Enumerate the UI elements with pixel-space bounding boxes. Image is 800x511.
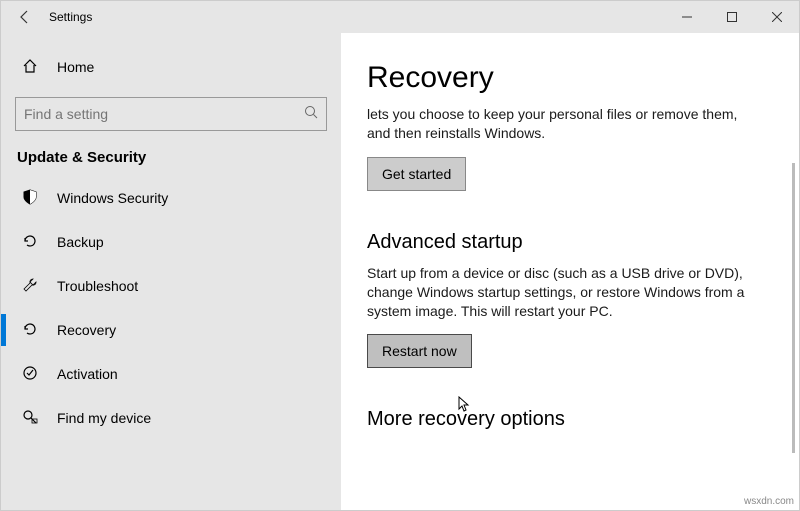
sidebar-item-label: Find my device <box>57 410 151 426</box>
home-icon <box>21 58 39 77</box>
sidebar-item-recovery[interactable]: Recovery <box>1 308 341 352</box>
sidebar-item-label: Windows Security <box>57 190 168 206</box>
sidebar-item-windows-security[interactable]: Windows Security <box>1 176 341 220</box>
get-started-button[interactable]: Get started <box>367 157 466 191</box>
titlebar: Settings <box>1 1 799 33</box>
watermark: wsxdn.com <box>744 496 794 507</box>
backup-icon <box>21 233 39 252</box>
scrollbar[interactable] <box>792 163 795 453</box>
maximize-button[interactable] <box>709 1 754 33</box>
wrench-icon <box>21 277 39 296</box>
find-device-icon <box>21 409 39 428</box>
home-label: Home <box>57 59 94 75</box>
restart-now-button[interactable]: Restart now <box>367 334 472 368</box>
reset-description: lets you choose to keep your personal fi… <box>367 105 747 143</box>
minimize-icon <box>682 12 692 22</box>
sidebar-item-troubleshoot[interactable]: Troubleshoot <box>1 264 341 308</box>
sidebar-item-label: Recovery <box>57 322 116 338</box>
sidebar-item-find-my-device[interactable]: Find my device <box>1 396 341 440</box>
advanced-startup-description: Start up from a device or disc (such as … <box>367 264 767 321</box>
main-panel: Recovery lets you choose to keep your pe… <box>341 33 799 510</box>
page-title: Recovery <box>367 61 773 95</box>
sidebar-item-activation[interactable]: Activation <box>1 352 341 396</box>
maximize-icon <box>727 12 737 22</box>
shield-icon <box>21 189 39 208</box>
advanced-startup-heading: Advanced startup <box>367 231 773 254</box>
sidebar: Home Update & Security Windows Security <box>1 33 341 510</box>
recovery-icon <box>21 321 39 340</box>
close-button[interactable] <box>754 1 799 33</box>
back-button[interactable] <box>1 9 49 25</box>
home-nav[interactable]: Home <box>1 45 341 89</box>
search-icon <box>304 105 318 124</box>
search-box[interactable] <box>15 97 327 131</box>
more-recovery-heading: More recovery options <box>367 408 773 431</box>
sidebar-item-label: Troubleshoot <box>57 278 138 294</box>
sidebar-item-label: Backup <box>57 234 104 250</box>
search-input[interactable] <box>24 106 304 122</box>
sidebar-item-backup[interactable]: Backup <box>1 220 341 264</box>
activation-icon <box>21 365 39 384</box>
arrow-left-icon <box>17 9 33 25</box>
category-header: Update & Security <box>1 141 341 176</box>
sidebar-item-label: Activation <box>57 366 118 382</box>
close-icon <box>772 12 782 22</box>
minimize-button[interactable] <box>664 1 709 33</box>
app-title: Settings <box>49 10 92 24</box>
